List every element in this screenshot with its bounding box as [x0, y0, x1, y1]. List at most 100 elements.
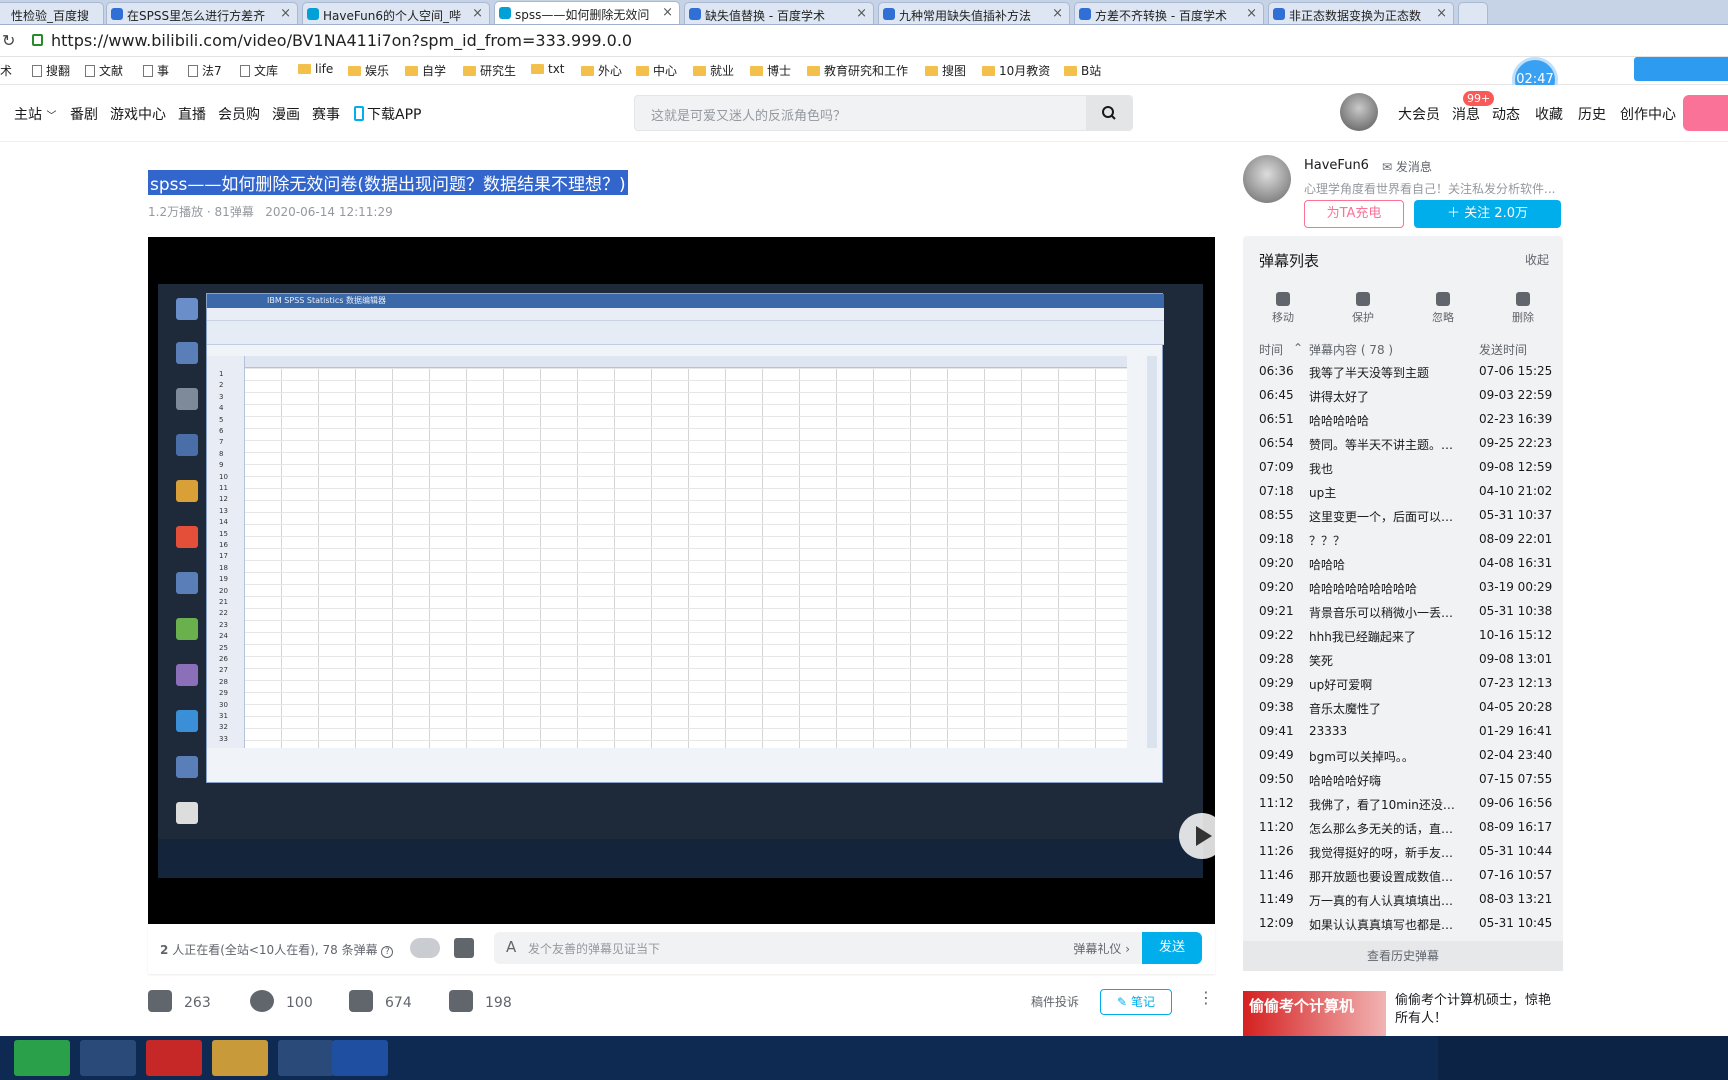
danmaku-row[interactable]: 09:18 ？？？ 08-09 22:01 [1243, 528, 1563, 552]
nav-favorites[interactable]: 收藏 [1535, 104, 1563, 124]
danmaku-row[interactable]: 11:20 怎么那么多无关的话，直入... 08-09 16:17 [1243, 816, 1563, 840]
share-button[interactable]: 198 [449, 990, 512, 1012]
nav-mall[interactable]: 会员购 [218, 104, 260, 124]
sort-up-icon[interactable]: ⌃ [1293, 341, 1303, 355]
nav-messages[interactable]: 消息 [1452, 104, 1480, 124]
delete-tool[interactable]: 删除 [1503, 292, 1543, 325]
nav-anime[interactable]: 番剧 [70, 104, 98, 124]
danmaku-row[interactable]: 09:22 hhh我已经蹦起来了 10-16 15:12 [1243, 624, 1563, 648]
bookmark[interactable]: 术 [0, 62, 12, 79]
nav-main[interactable]: 主站 ﹀ [14, 104, 56, 124]
danmaku-row[interactable]: 07:09 我也 09-08 12:59 [1243, 456, 1563, 480]
browser-tab[interactable]: HaveFun6的个人空间_哔 × [302, 2, 490, 24]
close-icon[interactable]: × [1246, 6, 1257, 21]
search-box[interactable]: 这就是可爱又迷人的反派角色吗？ [634, 95, 1133, 131]
url-text[interactable]: https://www.bilibili.com/video/BV1NA411i… [51, 31, 632, 50]
move-tool[interactable]: 移动 [1263, 292, 1303, 325]
reload-icon[interactable]: ↻ [2, 31, 15, 50]
bookmark[interactable]: 法7 [188, 62, 222, 79]
netease-music-icon[interactable] [146, 1040, 202, 1076]
close-icon[interactable]: × [472, 6, 483, 21]
danmaku-row[interactable]: 09:21 背景音乐可以稍微小一丢丢... 05-31 10:38 [1243, 600, 1563, 624]
danmaku-row[interactable]: 09:20 哈哈哈 04-08 16:31 [1243, 552, 1563, 576]
danmaku-row[interactable]: 09:50 哈哈哈哈好嗨 07-15 07:55 [1243, 768, 1563, 792]
video-player[interactable]: IBM SPSS Statistics 数据编辑器 1 2 3 4 5 6 7 8 9 10 11 1… [148, 237, 1225, 924]
bookmark[interactable]: 事 [143, 62, 169, 79]
browser-tab[interactable]: 方差不齐转换 - 百度学术 × [1074, 2, 1264, 24]
danmaku-row[interactable]: 09:49 bgm可以关掉吗。。 02-04 23:40 [1243, 744, 1563, 768]
report-link[interactable]: 稿件投诉 [1031, 993, 1079, 1010]
bookmark-folder[interactable]: B站 [1064, 62, 1101, 79]
danmaku-row[interactable]: 09:20 哈哈哈哈哈哈哈哈哈 03-19 00:29 [1243, 576, 1563, 600]
user-avatar[interactable] [1340, 93, 1378, 131]
explorer-icon[interactable] [212, 1040, 268, 1076]
danmaku-row[interactable]: 07:18 up主 04-10 21:02 [1243, 480, 1563, 504]
bookmark-folder[interactable]: 教育研究和工作 [807, 62, 908, 79]
nav-manga[interactable]: 漫画 [272, 104, 300, 124]
close-icon[interactable]: × [280, 6, 291, 21]
danmaku-row[interactable]: 09:41 23333 01-29 16:41 [1243, 720, 1563, 744]
more-icon[interactable]: ⋮ [1198, 988, 1214, 1007]
new-tab-button[interactable] [1458, 2, 1488, 24]
send-message-link[interactable]: ✉ 发消息 [1382, 158, 1432, 175]
danmaku-row[interactable]: 11:49 万一真的有人认真填填出来... 08-03 13:21 [1243, 888, 1563, 912]
danmaku-row[interactable]: 06:54 赞同。等半天不讲主题。废... 09-25 22:23 [1243, 432, 1563, 456]
browser-tab[interactable]: 性检验_百度搜 [0, 2, 104, 24]
danmaku-toggle[interactable] [410, 938, 440, 958]
protect-tool[interactable]: 保护 [1343, 292, 1383, 325]
bookmark[interactable]: 文库 [240, 62, 278, 79]
nav-dynamics[interactable]: 动态 [1492, 104, 1520, 124]
browser-tab[interactable]: 缺失值替换 - 百度学术 × [684, 2, 874, 24]
danmaku-row[interactable]: 06:36 我等了半天没等到主题 07-06 15:25 [1243, 360, 1563, 384]
nav-vip[interactable]: 大会员 [1398, 104, 1440, 124]
ad-text[interactable]: 偷偷考个计算机硕士，惊艳所有人！ [1395, 992, 1563, 1028]
nav-creator-center[interactable]: 创作中心 [1620, 104, 1676, 124]
like-button[interactable]: 263 [148, 990, 211, 1012]
history-danmaku-button[interactable]: 查看历史弹幕 [1243, 941, 1563, 971]
follow-button[interactable]: ＋ 关注 2.0万 [1414, 200, 1561, 228]
danmaku-row[interactable]: 09:28 笑死 09-08 13:01 [1243, 648, 1563, 672]
note-button[interactable]: ✎ 笔记 [1100, 989, 1172, 1015]
collapse-button[interactable]: 收起 [1525, 251, 1549, 268]
send-button[interactable]: 发送 [1142, 932, 1202, 964]
wechat-icon[interactable] [14, 1040, 70, 1076]
danmaku-row[interactable]: 06:45 讲得太好了 09-03 22:59 [1243, 384, 1563, 408]
danmaku-row[interactable]: 11:46 那开放题也要设置成数值吗？ 07-16 10:57 [1243, 864, 1563, 888]
danmaku-row[interactable]: 09:38 音乐太魔性了 04-05 20:28 [1243, 696, 1563, 720]
nav-game-center[interactable]: 游戏中心 [110, 104, 166, 124]
close-icon[interactable]: × [662, 5, 673, 20]
danmaku-row[interactable]: 12:09 如果认认真真填写也都是4... 05-31 10:45 [1243, 912, 1563, 936]
help-icon[interactable]: ? [381, 946, 394, 958]
search-button[interactable] [1086, 96, 1132, 130]
bookmark-folder[interactable]: 外心 [581, 62, 622, 79]
nav-download-app[interactable]: 下载APP [354, 104, 421, 124]
play-button[interactable] [1179, 813, 1225, 859]
nav-history[interactable]: 历史 [1578, 104, 1606, 124]
col-time[interactable]: 时间 [1259, 341, 1283, 358]
font-icon[interactable]: A [506, 938, 516, 956]
browser-tab[interactable]: 九种常用缺失值插补方法 × [878, 2, 1070, 24]
bookmark-folder[interactable]: 娱乐 [348, 62, 389, 79]
favorite-button[interactable]: 674 [349, 990, 412, 1012]
ignore-tool[interactable]: 忽略 [1423, 292, 1463, 325]
close-icon[interactable]: × [856, 6, 867, 21]
bookmark[interactable]: 搜翻 [32, 62, 70, 79]
ad-image[interactable]: 偷偷考个计算机 [1243, 991, 1386, 1036]
bookmark-folder[interactable]: 自学 [405, 62, 446, 79]
nav-match[interactable]: 赛事 [312, 104, 340, 124]
bookmark-folder[interactable]: 中心 [636, 62, 677, 79]
danmaku-settings-icon[interactable] [454, 938, 474, 958]
uploader-avatar[interactable] [1243, 155, 1291, 203]
bookmark-folder[interactable]: 就业 [693, 62, 734, 79]
close-icon[interactable]: × [1052, 6, 1063, 21]
close-icon[interactable]: × [1436, 6, 1447, 21]
browser-icon[interactable] [80, 1040, 136, 1076]
word-icon[interactable] [332, 1040, 388, 1076]
bookmark-folder[interactable]: txt [531, 62, 565, 76]
bookmark-folder[interactable]: 搜图 [925, 62, 966, 79]
nav-live[interactable]: 直播 [178, 104, 206, 124]
bookmark[interactable]: 文献 [85, 62, 123, 79]
browser-tab-active[interactable]: spss——如何删除无效问 × [494, 1, 680, 24]
browser-tab[interactable]: 非正态数据变换为正态数 × [1268, 2, 1454, 24]
bookmark-folder[interactable]: 研究生 [463, 62, 516, 79]
